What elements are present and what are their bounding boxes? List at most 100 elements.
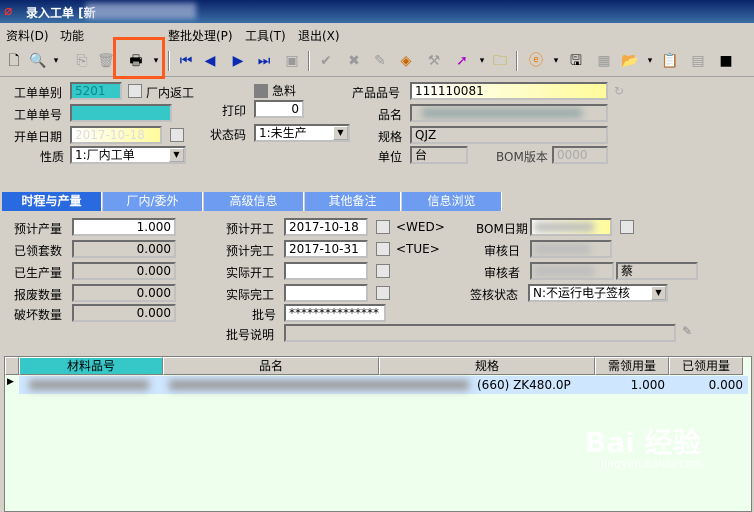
actual-finish-field[interactable] xyxy=(284,284,368,302)
menu-function[interactable]: 功能 xyxy=(60,27,84,44)
product-no-label: 产品品号 xyxy=(352,86,401,100)
internal-return-checkbox[interactable] xyxy=(128,84,142,98)
query-icon[interactable]: ▣ xyxy=(282,51,302,71)
prev-icon[interactable]: ◀ xyxy=(200,51,220,71)
plan-start-picker[interactable] xyxy=(376,220,390,234)
actual-finish-picker[interactable] xyxy=(376,286,390,300)
next-icon[interactable]: ▶ xyxy=(228,51,248,71)
edit-icon[interactable]: ✎ xyxy=(370,51,390,71)
preview-icon[interactable]: 🔍 xyxy=(28,51,48,71)
first-icon[interactable]: ⏮ xyxy=(176,51,196,71)
sign-status-select[interactable]: N:不运行电子签核 ▼ xyxy=(528,284,668,302)
note-icon[interactable]: ✎ xyxy=(682,324,692,338)
last-icon[interactable]: ⏭ xyxy=(254,51,274,71)
bom-version-field: 0000 xyxy=(552,146,608,164)
status-select[interactable]: 1:未生产 ▼ xyxy=(254,124,350,142)
tab-advanced[interactable]: 高级信息 xyxy=(204,192,304,211)
order-no-field[interactable] xyxy=(70,104,172,122)
batch-field[interactable]: *************** xyxy=(284,304,386,322)
tab-schedule[interactable]: 时程与产量 xyxy=(2,192,102,211)
row-required: 1.000 xyxy=(630,378,665,392)
cancel-icon[interactable]: ✖ xyxy=(344,51,364,71)
order-no-label: 工单单号 xyxy=(14,108,63,122)
materials-grid[interactable]: 材料品号 品名 规格 需领用量 已领用量 ▶ (660) ZK480.0P 1.… xyxy=(4,356,752,512)
order-type-field[interactable]: 5201 xyxy=(70,82,122,100)
grid-icon[interactable]: ▤ xyxy=(688,51,708,71)
ie-dropdown-icon[interactable]: ▾ xyxy=(546,51,566,71)
plan-start-label: 预计开工 xyxy=(226,222,275,236)
menu-exit[interactable]: 退出(X) xyxy=(298,27,340,44)
produced-label: 已生产量 xyxy=(14,266,63,280)
bom-date-label: BOM日期 xyxy=(476,222,528,236)
open-date-field[interactable]: 2017-10-18 xyxy=(70,126,162,144)
attach-icon[interactable]: 📂 xyxy=(620,51,640,71)
plan-finish-picker[interactable] xyxy=(376,242,390,256)
actual-start-field[interactable] xyxy=(284,262,368,280)
erase-icon[interactable]: ◈ xyxy=(396,51,416,71)
copy-icon[interactable]: ⎘ xyxy=(72,51,92,71)
menu-tools[interactable]: 工具(T) xyxy=(245,27,286,44)
planned-qty-label: 预计产量 xyxy=(14,222,63,236)
spec-field: QJZ xyxy=(410,126,608,144)
grid-corner xyxy=(5,357,19,375)
tab-bar: 时程与产量 厂内/委外 高级信息 其他备注 信息浏览 xyxy=(0,192,754,211)
preview-dropdown-icon[interactable]: ▾ xyxy=(46,51,66,71)
order-type-label: 工单单别 xyxy=(14,86,63,100)
received-sets-field: 0.000 xyxy=(72,240,176,258)
sign-status-label: 签核状态 xyxy=(470,288,519,302)
chevron-down-icon: ▼ xyxy=(651,286,666,300)
col-name[interactable]: 品名 xyxy=(163,357,379,375)
audit-date-label: 审核日 xyxy=(484,244,521,258)
tab-outsourcing[interactable]: 厂内/委外 xyxy=(103,192,203,211)
transfer-dropdown-icon[interactable]: ▾ xyxy=(472,51,492,71)
product-no-field[interactable]: 111110081 xyxy=(410,82,608,100)
tab-info[interactable]: 信息浏览 xyxy=(402,192,502,211)
bom-date-picker[interactable] xyxy=(620,220,634,234)
damage-label: 破坏数量 xyxy=(14,308,63,322)
actual-start-label: 实际开工 xyxy=(226,266,275,280)
save-icon[interactable]: 🖫 xyxy=(566,51,586,71)
nature-label: 性质 xyxy=(40,150,65,164)
paste-icon[interactable]: 📋 xyxy=(660,51,680,71)
lookup-icon[interactable]: ↻ xyxy=(614,84,624,98)
print-count-field[interactable]: 0 xyxy=(254,100,304,118)
batch-desc-field[interactable] xyxy=(284,324,676,342)
open-date-label: 开单日期 xyxy=(14,130,63,144)
table-row[interactable]: (660) ZK480.0P 1.000 0.000 xyxy=(19,376,748,394)
col-spec[interactable]: 规格 xyxy=(379,357,595,375)
auditor-name-field: 蔡 xyxy=(616,262,698,280)
urgent-checkbox[interactable] xyxy=(254,84,268,98)
col-required-qty[interactable]: 需领用量 xyxy=(595,357,669,375)
internal-return-label: 厂内返工 xyxy=(146,86,195,100)
menu-batch[interactable]: 整批处理(P) xyxy=(168,27,233,44)
print-highlight xyxy=(113,37,165,79)
produced-field: 0.000 xyxy=(72,262,176,280)
bom-date-field[interactable] xyxy=(530,218,612,236)
plan-finish-field[interactable]: 2017-10-31 xyxy=(284,240,368,258)
approve-icon[interactable]: ✔ xyxy=(316,51,336,71)
transfer-icon[interactable]: ➚ xyxy=(452,51,472,71)
app-icon: ⌀ xyxy=(4,3,13,19)
open-date-picker[interactable] xyxy=(170,128,184,142)
row-received: 0.000 xyxy=(708,378,743,392)
name-label: 品名 xyxy=(378,108,403,122)
ie-icon[interactable]: ⓔ xyxy=(526,51,546,71)
new-icon[interactable]: 🗋 xyxy=(4,51,24,71)
damage-field: 0.000 xyxy=(72,304,176,322)
audit-icon[interactable]: ⚒ xyxy=(424,51,444,71)
nature-select[interactable]: 1:厂内工单 ▼ xyxy=(70,146,186,164)
watermark-url: jingyan.baidu.com xyxy=(601,457,703,470)
col-received-qty[interactable]: 已领用量 xyxy=(669,357,743,375)
actual-start-picker[interactable] xyxy=(376,264,390,278)
tab-notes[interactable]: 其他备注 xyxy=(305,192,401,211)
unit-field: 台 xyxy=(410,146,468,164)
attach-dropdown-icon[interactable]: ▾ xyxy=(640,51,660,71)
folder-icon[interactable]: 🗀 xyxy=(490,51,510,71)
plan-start-field[interactable]: 2017-10-18 xyxy=(284,218,368,236)
planned-qty-field[interactable]: 1.000 xyxy=(72,218,176,236)
calc-icon[interactable]: ▦ xyxy=(594,51,614,71)
stop-icon[interactable]: ■ xyxy=(716,51,736,71)
scrap-label: 报废数量 xyxy=(14,288,63,302)
col-material-no[interactable]: 材料品号 xyxy=(19,357,163,375)
menu-data[interactable]: 资料(D) xyxy=(6,27,49,44)
